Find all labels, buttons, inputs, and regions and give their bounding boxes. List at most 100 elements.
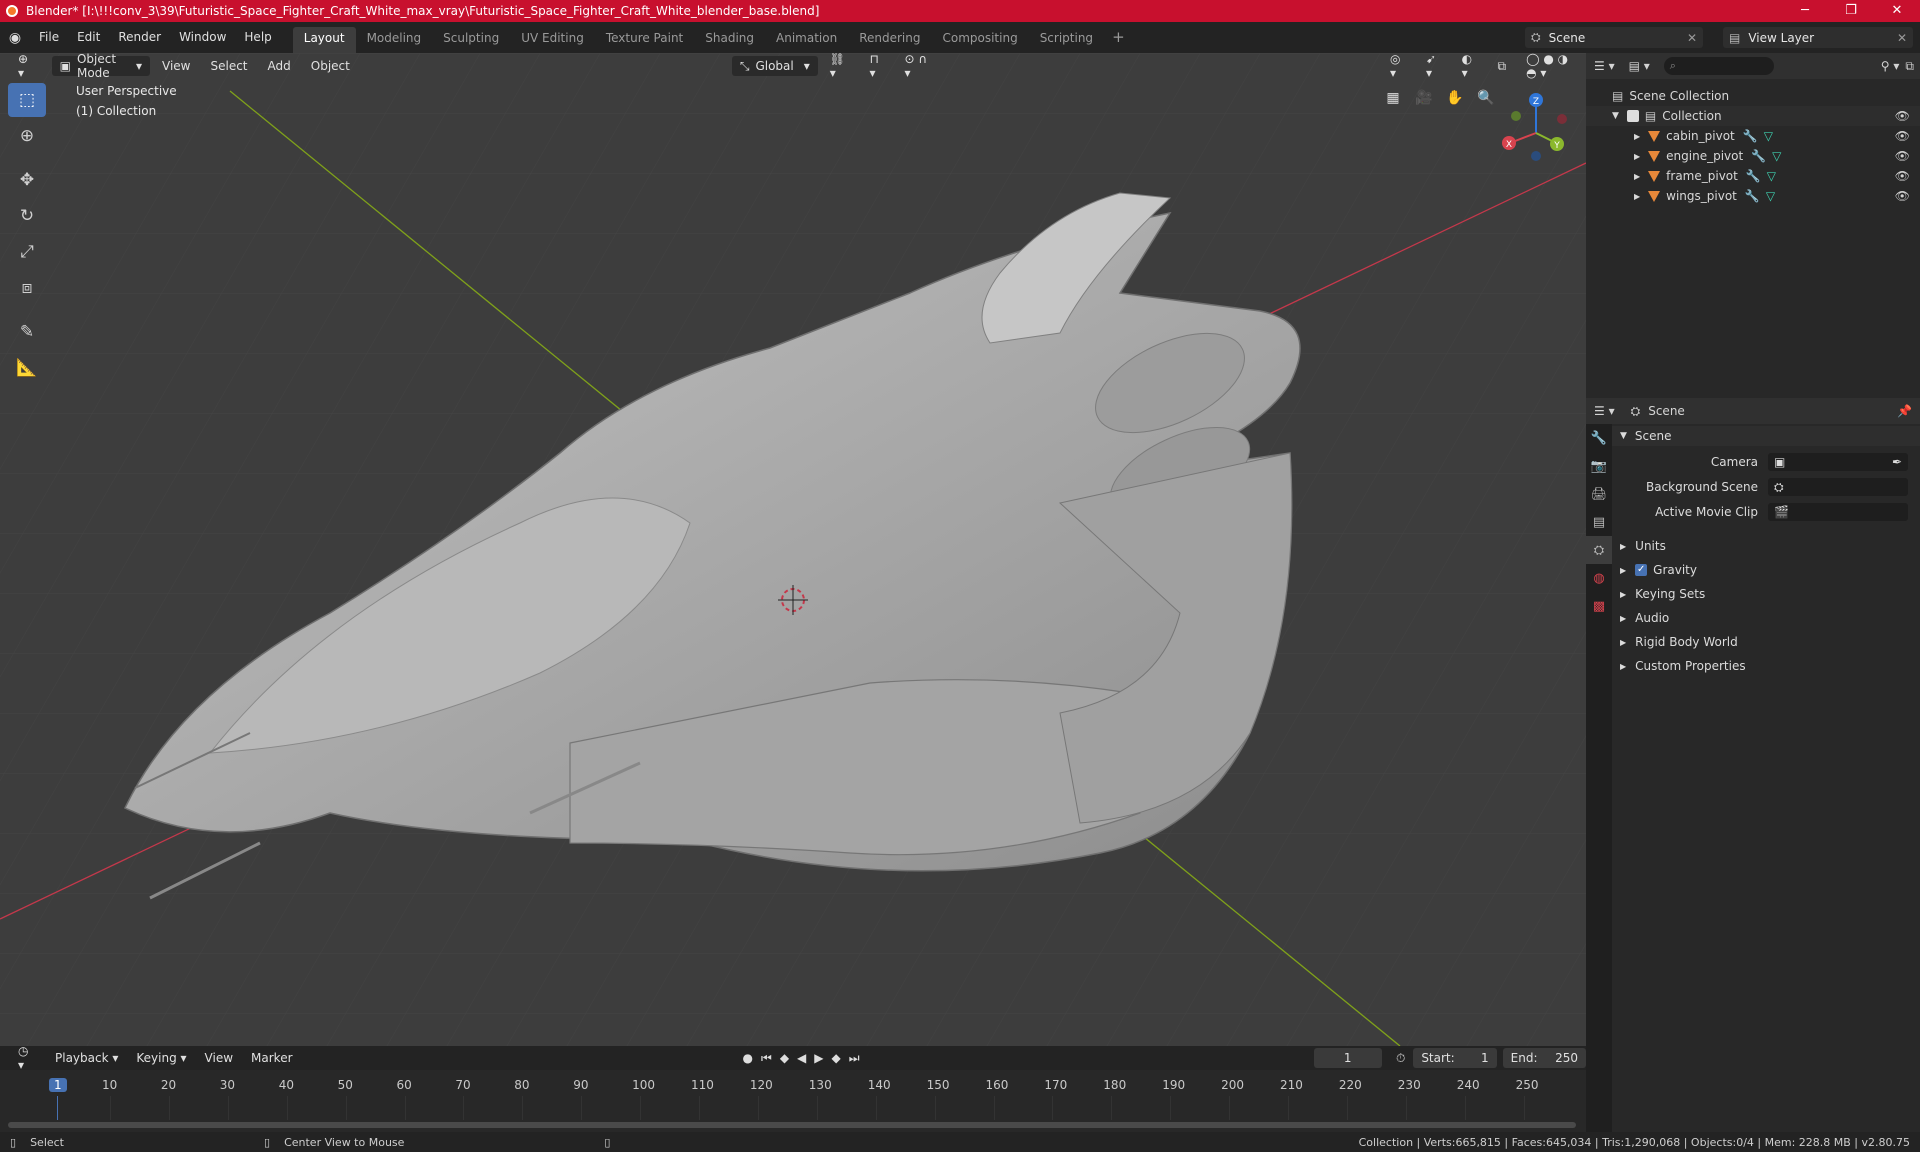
minimize-button[interactable]: ─ [1782,0,1828,22]
shading-modes[interactable]: ◯ ● ◑ ◓ ▾ [1518,53,1586,80]
gravity-checkbox[interactable]: ✓ [1635,564,1648,576]
pan-hand-icon[interactable]: ✋ [1442,85,1468,111]
texture-tab-icon[interactable]: ▩ [1586,592,1612,620]
move-tool-icon[interactable]: ✥ [8,163,46,197]
menu-playback[interactable]: Playback ▾ [47,1048,126,1068]
tab-scripting[interactable]: Scripting [1029,27,1104,53]
rigid-body-world-panel[interactable]: ▶ Rigid Body World [1612,632,1920,652]
frame-ruler[interactable]: 1 10 20 30 40 50 60 70 80 90 100 110 120 130 140 150 160… [0,1070,1586,1132]
close-button[interactable]: ✕ [1874,0,1920,22]
tab-sculpting[interactable]: Sculpting [432,27,510,53]
menu-view[interactable]: View [197,1048,241,1068]
tab-rendering[interactable]: Rendering [848,27,931,53]
outliner-search-input[interactable]: ⌕ [1663,57,1774,75]
properties-editor-icon[interactable]: ☰ ▾ [1594,404,1615,418]
mode-selector[interactable]: ▣ Object Mode ▾ [51,53,150,80]
outliner-item[interactable]: ▶ engine_pivot 🔧 ▽ 👁 [1586,146,1920,166]
pivot-point-button[interactable]: ⛓ ▾ [822,53,858,80]
display-mode-icon[interactable]: ▤ ▾ [1629,59,1650,73]
maximize-button[interactable]: ❐ [1828,0,1874,22]
menu-help[interactable]: Help [235,22,280,53]
modifier-wrench-icon[interactable]: 🔧 [1751,149,1766,163]
proportional-editing-button[interactable]: ⊙ ∩ ▾ [897,53,939,80]
record-icon[interactable]: ● [743,1051,753,1066]
tab-shading[interactable]: Shading [694,27,765,53]
transform-orientation-selector[interactable]: ⤡ Global ▾ [731,56,818,76]
background-scene-field[interactable]: ⛭ [1768,478,1908,496]
movie-clip-field[interactable]: 🎬 [1768,503,1908,521]
audio-panel[interactable]: ▶ Audio [1612,608,1920,628]
expand-arrow-icon[interactable]: ▶ [1634,192,1640,201]
timeline-editor-icon[interactable]: ◷ ▾ [10,1044,45,1072]
new-collection-icon[interactable]: ⧉ [1905,59,1914,74]
checkbox-icon[interactable] [1626,110,1639,122]
expand-arrow-icon[interactable]: ▶ [1634,132,1640,141]
tool-tab-icon[interactable]: 🔧 [1586,424,1612,452]
annotate-tool-icon[interactable]: ✎ [8,315,46,349]
tab-uv-editing[interactable]: UV Editing [510,27,595,53]
visibility-button[interactable]: ◎ ▾ [1382,53,1414,80]
view-layer-selector[interactable]: ▤ View Layer ✕ [1723,27,1913,48]
scale-tool-icon[interactable]: ⤢ [8,235,46,269]
play-reverse-icon[interactable]: ◀ [797,1051,806,1066]
menu-object[interactable]: Object [303,56,358,76]
pin-icon[interactable]: 📌 [1897,404,1912,418]
scene-collection-row[interactable]: ▤ Scene Collection [1586,86,1920,106]
tab-layout[interactable]: Layout [292,27,356,53]
mesh-data-icon[interactable]: ▽ [1767,169,1776,183]
editor-type-button[interactable]: ⊕ ▾ [10,53,42,80]
menu-view[interactable]: View [154,56,198,76]
navigation-gizmo[interactable]: Z X Y [1496,89,1576,169]
measure-tool-icon[interactable]: 📐 [8,351,46,385]
modifier-wrench-icon[interactable]: 🔧 [1746,169,1761,183]
collapse-arrow-icon[interactable]: ▼ [1612,111,1619,121]
units-panel[interactable]: ▶ Units [1612,536,1920,556]
prev-keyframe-icon[interactable]: ◆ [780,1051,789,1066]
eye-icon[interactable]: 👁 [1895,169,1910,183]
current-frame-field[interactable]: 1 [1313,1048,1382,1068]
start-frame-field[interactable]: Start: 1 [1413,1048,1497,1068]
menu-marker[interactable]: Marker [243,1048,300,1068]
keying-sets-panel[interactable]: ▶ Keying Sets [1612,584,1920,604]
tab-modeling[interactable]: Modeling [356,27,433,53]
select-box-tool-icon[interactable]: ⬚ [8,83,46,117]
camera-field[interactable]: ▣ ✒ [1768,453,1908,471]
timeline-scrollbar[interactable] [8,1122,1576,1128]
next-keyframe-icon[interactable]: ◆ [832,1051,841,1066]
jump-end-icon[interactable]: ⏭ [849,1051,860,1066]
eyedropper-icon[interactable]: ✒ [1892,455,1902,469]
mesh-data-icon[interactable]: ▽ [1766,189,1775,203]
modifier-wrench-icon[interactable]: 🔧 [1743,129,1758,143]
camera-view-icon[interactable]: 🎥 [1411,85,1437,111]
render-tab-icon[interactable]: 📷 [1586,452,1612,480]
scene-section-header[interactable]: ▼ Scene [1612,426,1920,446]
scene-tab-icon[interactable]: ⛭ [1586,536,1612,564]
overlay-toggle-button[interactable]: ◐ ▾ [1454,53,1486,80]
3d-viewport[interactable]: ⊕ ▾ ▣ Object Mode ▾ View Select Add Obje… [0,53,1586,1046]
close-icon[interactable]: ✕ [1897,31,1907,45]
output-tab-icon[interactable]: 🖨 [1586,480,1612,508]
jump-start-icon[interactable]: ⏮ [761,1051,772,1066]
play-icon[interactable]: ▶ [814,1051,823,1066]
outliner-editor-icon[interactable]: ☰ ▾ [1594,59,1615,73]
tab-animation[interactable]: Animation [765,27,848,53]
collection-row[interactable]: ▼ ▤ Collection 👁 [1586,106,1920,126]
eye-icon[interactable]: 👁 [1895,189,1910,203]
outliner-item[interactable]: ▶ wings_pivot 🔧 ▽ 👁 [1586,186,1920,206]
close-icon[interactable]: ✕ [1687,31,1697,45]
blender-menu-icon[interactable]: ◉ [0,22,30,53]
menu-add[interactable]: Add [260,56,299,76]
viewport-canvas[interactable] [0,53,1586,1046]
add-workspace-button[interactable]: + [1104,22,1133,53]
menu-render[interactable]: Render [109,22,170,53]
mesh-data-icon[interactable]: ▽ [1764,129,1773,143]
scene-selector[interactable]: ⛭ Scene ✕ [1525,27,1703,48]
snap-button[interactable]: ⊓ ▾ [861,53,892,80]
custom-properties-panel[interactable]: ▶ Custom Properties [1612,656,1920,676]
transform-tool-icon[interactable]: ⧈ [8,271,46,305]
menu-edit[interactable]: Edit [68,22,109,53]
expand-arrow-icon[interactable]: ▶ [1634,172,1640,181]
grid-view-icon[interactable]: ▦ [1380,85,1406,111]
view-layer-tab-icon[interactable]: ▤ [1586,508,1612,536]
stopwatch-icon[interactable]: ⏱ [1396,1051,1405,1066]
